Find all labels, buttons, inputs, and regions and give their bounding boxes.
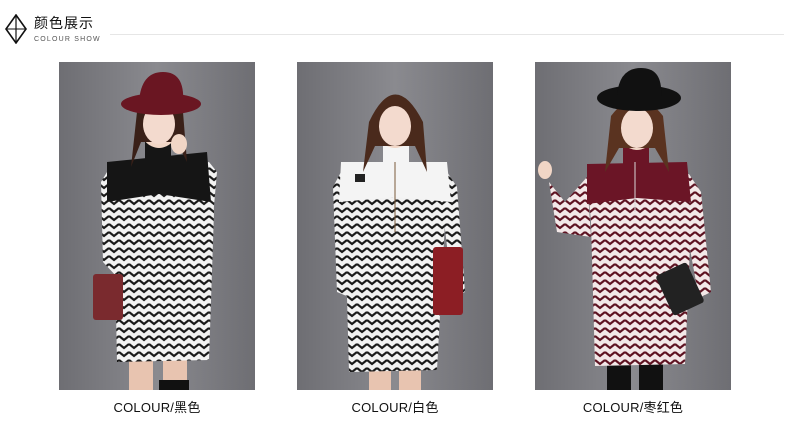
- product-photo-burgundy: [535, 62, 731, 390]
- model-illustration: [535, 62, 731, 390]
- model-illustration: [59, 62, 255, 390]
- caption-burgundy: COLOUR/枣红色: [582, 400, 684, 415]
- header-divider: [110, 34, 784, 35]
- caption-white: COLOUR/白色: [351, 400, 439, 415]
- product-photo-black: [59, 62, 255, 390]
- section-header: 颜色展示 COLOUR SHOW: [0, 0, 790, 44]
- diamond-logo-icon: [5, 14, 27, 44]
- caption-black: COLOUR/黑色: [113, 400, 201, 415]
- product-photo-white: [297, 62, 493, 390]
- section-title: 颜色展示: [34, 15, 94, 31]
- model-illustration: [297, 62, 493, 390]
- section-subtitle: COLOUR SHOW: [34, 36, 101, 43]
